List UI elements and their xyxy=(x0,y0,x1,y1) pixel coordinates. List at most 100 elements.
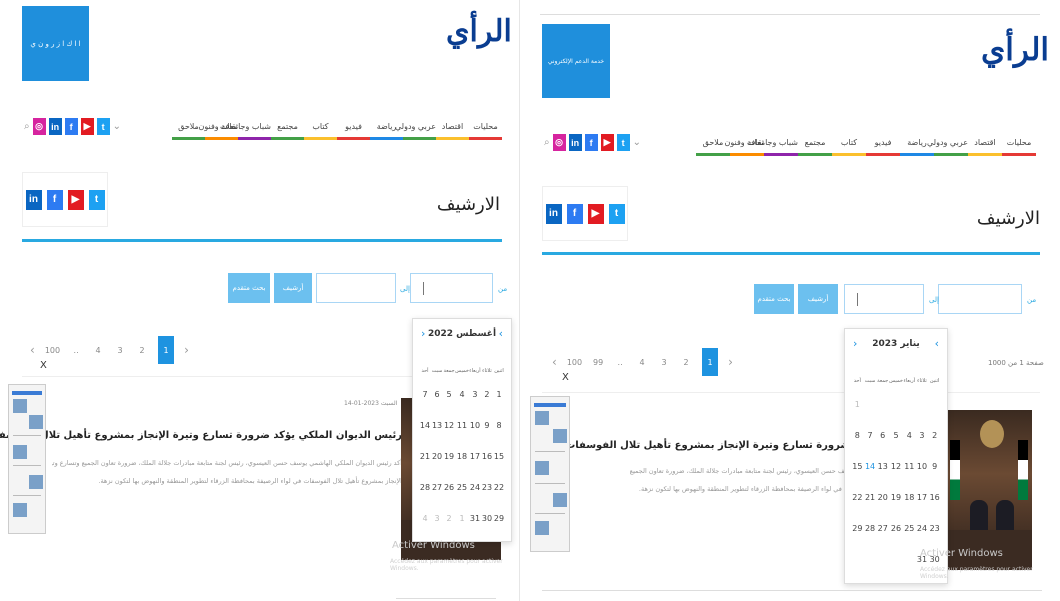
from-date-input[interactable] xyxy=(938,284,1022,314)
calendar-day[interactable]: 7 xyxy=(419,379,431,410)
nav-item[interactable]: عربي ودولي xyxy=(927,138,968,156)
twitter-icon[interactable]: t xyxy=(96,118,110,135)
calendar-day[interactable]: 11 xyxy=(903,451,916,482)
nav-item[interactable]: كتاب xyxy=(304,122,337,140)
calendar-day[interactable]: 8 xyxy=(493,410,505,441)
calendar-day[interactable]: 16 xyxy=(481,441,493,472)
nav-item[interactable]: محليات xyxy=(469,122,502,140)
calendar-day[interactable]: 21 xyxy=(419,441,431,472)
calendar-day[interactable]: 11 xyxy=(455,410,469,441)
calendar-day[interactable]: 23 xyxy=(481,472,493,503)
calendar-day[interactable]: 17 xyxy=(916,482,929,513)
pagination-page[interactable]: 3 xyxy=(114,346,126,355)
pagination-page[interactable]: .. xyxy=(614,358,626,367)
pagination-page[interactable]: 4 xyxy=(92,346,104,355)
pagination-page[interactable]: 99 xyxy=(592,358,604,367)
chevron-down-icon[interactable]: ⌄ xyxy=(633,137,641,148)
calendar-day[interactable]: 22 xyxy=(493,472,505,503)
calendar-day[interactable]: 23 xyxy=(928,513,941,544)
nav-item[interactable]: ثقافة وفنون xyxy=(725,138,764,156)
calendar-day[interactable]: 12 xyxy=(443,410,455,441)
calendar-next-arrow[interactable]: › xyxy=(421,327,425,340)
calendar-day[interactable]: 6 xyxy=(876,420,889,451)
advanced-search-button[interactable]: بحث متقدم xyxy=(754,284,794,314)
newspaper-preview[interactable] xyxy=(8,384,46,534)
linkedin-icon[interactable]: in xyxy=(48,118,62,135)
to-date-input[interactable] xyxy=(844,284,924,314)
nav-item[interactable]: عربي ودولي xyxy=(395,122,436,140)
calendar-day[interactable]: 29 xyxy=(493,503,505,534)
calendar-day[interactable]: 3 xyxy=(469,379,481,410)
calendar-day[interactable]: 9 xyxy=(928,451,941,482)
youtube-icon[interactable]: ▶ xyxy=(80,118,94,135)
nav-item[interactable]: فيديو xyxy=(337,122,370,140)
pagination-page[interactable]: 2 xyxy=(136,346,148,355)
calendar-day[interactable]: 10 xyxy=(916,451,929,482)
calendar-day[interactable]: 6 xyxy=(431,379,443,410)
calendar-day[interactable]: 13 xyxy=(876,451,889,482)
calendar-day[interactable]: 18 xyxy=(903,482,916,513)
calendar-day[interactable]: 14 xyxy=(419,410,431,441)
archive-button[interactable]: أرشيف xyxy=(274,273,312,303)
youtube-icon[interactable]: ▶ xyxy=(587,203,604,224)
nav-item[interactable]: اقتصاد xyxy=(436,122,469,140)
youtube-icon[interactable]: ▶ xyxy=(67,189,84,210)
facebook-icon[interactable]: f xyxy=(584,134,598,151)
close-icon[interactable]: X xyxy=(562,372,569,383)
linkedin-icon[interactable]: in xyxy=(568,134,582,151)
calendar-day[interactable]: 5 xyxy=(443,379,455,410)
calendar-day[interactable]: 5 xyxy=(889,420,903,451)
calendar-day[interactable]: 13 xyxy=(431,410,443,441)
calendar-day[interactable]: 8 xyxy=(851,420,864,451)
calendar-day[interactable]: 4 xyxy=(419,503,431,534)
search-icon[interactable]: ⌕ xyxy=(24,121,30,132)
calendar-day[interactable]: 24 xyxy=(469,472,481,503)
calendar-day[interactable]: 26 xyxy=(889,513,903,544)
newspaper-preview[interactable] xyxy=(530,396,570,552)
calendar-day[interactable]: 18 xyxy=(455,441,469,472)
nav-item[interactable]: محليات xyxy=(1002,138,1036,156)
calendar-day[interactable]: 2 xyxy=(443,503,455,534)
calendar-day[interactable]: 28 xyxy=(419,472,431,503)
nav-item[interactable]: ملاحق xyxy=(172,122,205,140)
nav-item[interactable]: مجتمع xyxy=(798,138,832,156)
twitter-icon[interactable]: t xyxy=(616,134,630,151)
nav-item[interactable]: ملاحق xyxy=(696,138,730,156)
nav-item[interactable]: شباب وجامعات xyxy=(220,122,271,140)
calendar-day[interactable]: 15 xyxy=(851,451,864,482)
calendar-day[interactable]: 20 xyxy=(431,441,443,472)
nav-item[interactable]: مجتمع xyxy=(271,122,304,140)
calendar-day[interactable]: 30 xyxy=(481,503,493,534)
to-date-input[interactable] xyxy=(316,273,396,303)
calendar-day[interactable]: 20 xyxy=(876,482,889,513)
facebook-icon[interactable]: f xyxy=(64,118,78,135)
calendar-day[interactable]: 4 xyxy=(903,420,916,451)
advanced-search-button[interactable]: بحث متقدم xyxy=(228,273,270,303)
calendar-day[interactable]: 1 xyxy=(851,389,864,420)
calendar-day[interactable]: 22 xyxy=(851,482,864,513)
nav-item[interactable]: شباب وجامعات xyxy=(747,138,798,156)
pagination-page[interactable]: 1 xyxy=(158,336,175,364)
calendar-day[interactable]: 14 xyxy=(864,451,877,482)
calendar-day[interactable]: 15 xyxy=(493,441,505,472)
youtube-icon[interactable]: ▶ xyxy=(600,134,614,151)
from-date-input[interactable] xyxy=(410,273,493,303)
search-icon[interactable]: ⌕ xyxy=(544,137,550,148)
calendar-day[interactable]: 16 xyxy=(928,482,941,513)
linkedin-icon[interactable]: in xyxy=(545,203,562,224)
calendar-day[interactable]: 9 xyxy=(481,410,493,441)
calendar-day[interactable]: 25 xyxy=(903,513,916,544)
facebook-icon[interactable]: f xyxy=(46,189,63,210)
pagination-page[interactable]: 100 xyxy=(45,346,60,355)
twitter-icon[interactable]: t xyxy=(608,203,625,224)
calendar-day[interactable]: 27 xyxy=(876,513,889,544)
instagram-icon[interactable]: ◎ xyxy=(552,134,566,151)
e-services-banner[interactable]: خدمة الدعم الإلكتروني xyxy=(542,24,610,98)
calendar-day[interactable]: 19 xyxy=(443,441,455,472)
calendar-day[interactable]: 4 xyxy=(455,379,469,410)
calendar-day[interactable]: 29 xyxy=(851,513,864,544)
pagination-page[interactable]: 2 xyxy=(680,358,692,367)
calendar-day[interactable]: 24 xyxy=(916,513,929,544)
twitter-icon[interactable]: t xyxy=(88,189,105,210)
nav-item[interactable]: اقتصاد xyxy=(968,138,1002,156)
